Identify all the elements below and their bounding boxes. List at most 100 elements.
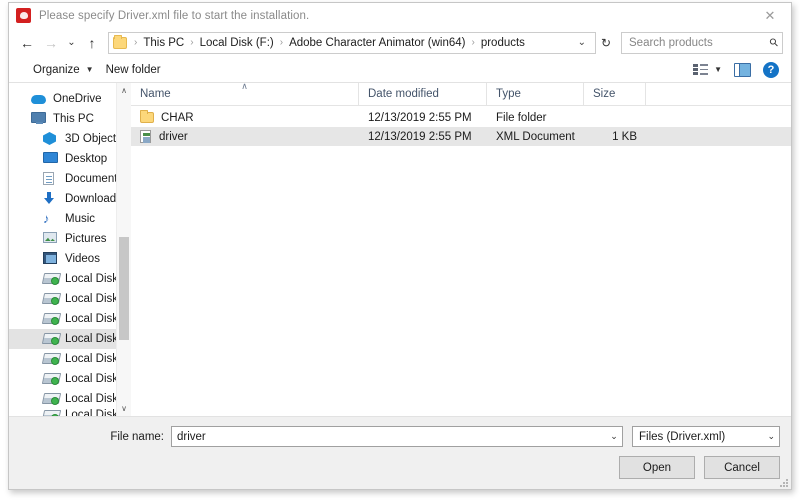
file-name-label: driver xyxy=(159,130,188,143)
help-button[interactable]: ? xyxy=(757,59,785,81)
filename-label: File name: xyxy=(110,430,164,443)
search-placeholder: Search products xyxy=(629,36,713,49)
up-icon[interactable]: ↑ xyxy=(80,31,104,55)
cancel-button[interactable]: Cancel xyxy=(704,456,780,479)
filename-value: driver xyxy=(177,430,206,443)
drive-icon xyxy=(43,292,59,306)
folder-icon xyxy=(140,110,154,123)
3d-objects-icon xyxy=(43,132,59,146)
scrollbar-track[interactable] xyxy=(117,98,131,401)
drive-icon xyxy=(43,409,59,416)
sidebar-item-local-disk-e[interactable]: Local Disk (E:) xyxy=(9,309,131,329)
open-button[interactable]: Open xyxy=(619,456,695,479)
forward-icon[interactable]: → xyxy=(39,31,63,55)
file-size-cell: 1 KB xyxy=(612,130,637,143)
address-bar-row: ← → ⌄ ↑ › This PC › Local Disk (F:) › Ad… xyxy=(9,28,791,57)
chevron-down-icon[interactable]: ⌄ xyxy=(606,427,622,446)
search-input[interactable]: Search products ⚲ xyxy=(621,31,783,54)
music-icon: ♪ xyxy=(43,211,50,226)
back-icon[interactable]: ← xyxy=(15,31,39,55)
sidebar-item-label: 3D Objects xyxy=(65,133,122,145)
sidebar-item-music[interactable]: ♪ Music xyxy=(9,209,131,229)
change-view-button[interactable]: ▼ xyxy=(687,59,728,81)
column-headers: ∧ Name Date modified Type Size xyxy=(131,80,791,106)
filetype-select[interactable]: Files (Driver.xml) ⌄ xyxy=(632,426,780,447)
scroll-down-icon[interactable]: ∨ xyxy=(117,401,131,416)
sidebar-item-label: This PC xyxy=(53,113,94,125)
sidebar-item-desktop[interactable]: Desktop xyxy=(9,149,131,169)
table-row[interactable]: driver 12/13/2019 2:55 PM XML Document 1 KB xyxy=(131,127,791,146)
sidebar-item-label: Downloads xyxy=(65,193,122,205)
sidebar-item-local-disk-c[interactable]: Local Disk (C:) xyxy=(9,269,131,289)
column-header-size-label: Size xyxy=(593,88,616,100)
sidebar-item-local-disk-f[interactable]: Local Disk (F:) xyxy=(9,329,131,349)
file-size-cell xyxy=(584,108,646,127)
chevron-down-icon: ▼ xyxy=(714,65,722,74)
column-header-size[interactable]: Size xyxy=(584,82,646,106)
drive-icon xyxy=(43,372,59,386)
onedrive-icon xyxy=(31,92,47,106)
scrollbar-thumb[interactable] xyxy=(119,237,129,341)
column-header-date-modified[interactable]: Date modified xyxy=(359,82,487,106)
sidebar-item-this-pc[interactable]: This PC xyxy=(9,109,131,129)
sidebar-item-local-disk-g[interactable]: Local Disk (G:) xyxy=(9,349,131,369)
file-date-cell: 12/13/2019 2:55 PM xyxy=(368,111,472,124)
sort-ascending-icon: ∧ xyxy=(241,80,248,91)
sidebar-item-label: Music xyxy=(65,213,96,225)
sidebar-item-documents[interactable]: Documents xyxy=(9,169,131,189)
column-header-name-label: Name xyxy=(140,88,171,100)
breadcrumb-item-this-pc[interactable]: This PC xyxy=(141,37,186,49)
refresh-icon[interactable]: ↻ xyxy=(596,33,616,53)
column-header-name[interactable]: ∧ Name xyxy=(131,80,359,106)
new-folder-label: New folder xyxy=(105,63,161,76)
filename-row: File name: driver ⌄ Files (Driver.xml) ⌄ xyxy=(20,426,780,447)
organize-button[interactable]: Organize ▼ xyxy=(27,59,100,81)
breadcrumb-item-adobe-character-animator[interactable]: Adobe Character Animator (win64) xyxy=(287,37,467,49)
file-name-cell: driver xyxy=(131,127,359,146)
this-pc-icon xyxy=(31,112,47,126)
breadcrumb-item-products[interactable]: products xyxy=(479,37,527,49)
sidebar-item-videos[interactable]: Videos xyxy=(9,249,131,269)
table-row[interactable]: CHAR 12/13/2019 2:55 PM File folder xyxy=(131,108,791,127)
chevron-down-icon[interactable]: ⌄ xyxy=(568,37,593,48)
dialog-footer: File name: driver ⌄ Files (Driver.xml) ⌄… xyxy=(9,417,791,489)
filetype-value: Files (Driver.xml) xyxy=(639,430,726,443)
sidebar-item-local-disk-h[interactable]: Local Disk (H:) xyxy=(9,369,131,389)
file-open-dialog: Please specify Driver.xml file to start … xyxy=(8,2,792,490)
preview-pane-icon xyxy=(734,62,751,77)
sidebar-item-label: Videos xyxy=(65,253,100,265)
column-header-type[interactable]: Type xyxy=(487,82,584,106)
drive-icon xyxy=(43,392,59,406)
breadcrumb[interactable]: › This PC › Local Disk (F:) › Adobe Char… xyxy=(108,31,596,54)
desktop-icon xyxy=(43,152,59,166)
sidebar-item-downloads[interactable]: Downloads xyxy=(9,189,131,209)
preview-pane-button[interactable] xyxy=(728,59,757,81)
column-header-type-label: Type xyxy=(496,88,521,100)
sidebar-item-onedrive[interactable]: OneDrive xyxy=(9,89,131,109)
navigation-pane-scrollbar[interactable]: ∧ ∨ xyxy=(116,83,131,416)
sidebar-item-local-disk-d[interactable]: Local Disk (D:) xyxy=(9,289,131,309)
breadcrumb-item-local-disk-f[interactable]: Local Disk (F:) xyxy=(198,37,276,49)
title-bar: Please specify Driver.xml file to start … xyxy=(9,3,791,28)
close-icon[interactable]: ✕ xyxy=(749,3,791,28)
folder-icon xyxy=(113,34,127,49)
sidebar-item-local-disk-k[interactable]: Local Disk (K:) xyxy=(9,389,131,409)
dialog-body: OneDrive This PC 3D Objects Desktop Document… xyxy=(9,80,791,417)
sidebar-item-local-disk-x[interactable]: Local Disk (X:) xyxy=(9,409,131,416)
help-icon: ? xyxy=(763,61,779,78)
drive-icon xyxy=(43,272,59,286)
button-row: Open Cancel xyxy=(20,456,780,479)
filename-input[interactable]: driver ⌄ xyxy=(171,426,623,447)
recent-locations-icon[interactable]: ⌄ xyxy=(63,31,80,55)
file-list[interactable]: CHAR 12/13/2019 2:55 PM File folder driver 1… xyxy=(131,106,791,416)
breadcrumb-separator: › xyxy=(279,37,284,48)
sidebar-item-label: Documents xyxy=(65,173,124,185)
sidebar-item-pictures[interactable]: Pictures xyxy=(9,229,131,249)
scroll-up-icon[interactable]: ∧ xyxy=(117,83,131,98)
new-folder-button[interactable]: New folder xyxy=(100,59,167,81)
resize-grip[interactable] xyxy=(778,477,788,487)
file-name-cell: CHAR xyxy=(131,108,359,127)
sidebar-item-3d-objects[interactable]: 3D Objects xyxy=(9,129,131,149)
breadcrumb-separator: › xyxy=(134,37,138,48)
drive-icon xyxy=(43,332,59,346)
